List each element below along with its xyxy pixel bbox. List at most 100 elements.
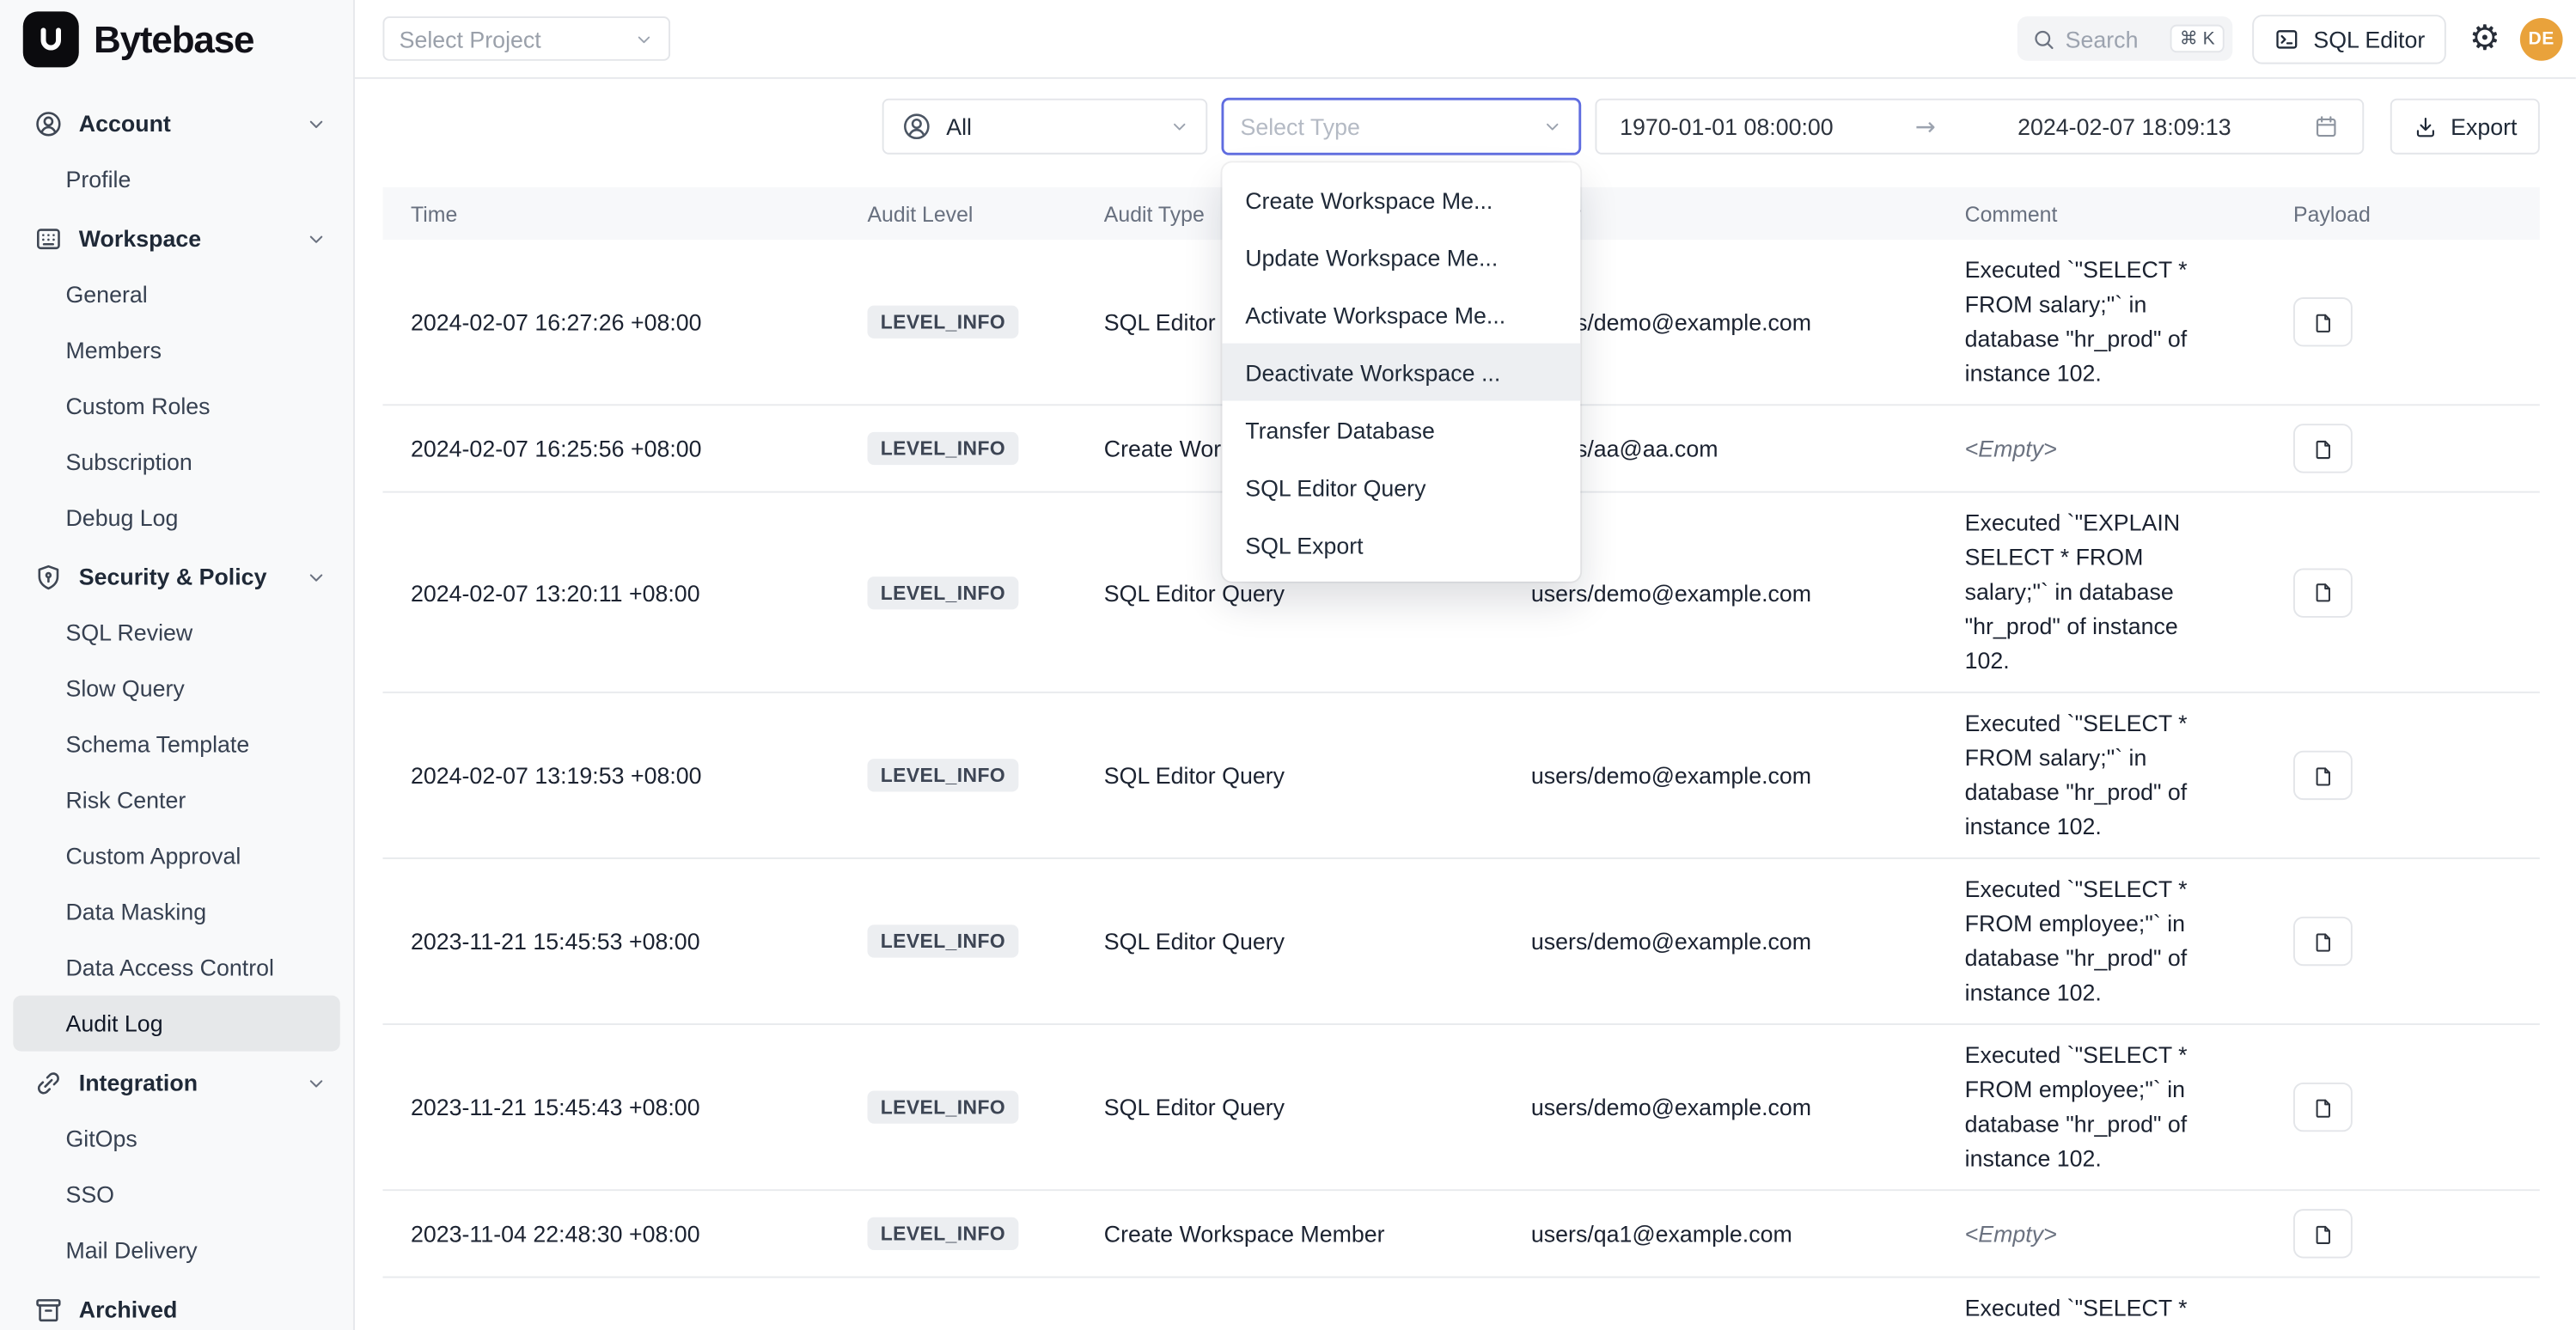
- sidebar-item-gitops[interactable]: GitOps: [13, 1110, 339, 1166]
- sidebar-section-label: Archived: [79, 1296, 327, 1322]
- user-circle-icon: [900, 110, 933, 143]
- audit-type: SQL Editor Query: [1104, 928, 1531, 955]
- actor-filter-value: All: [946, 113, 1157, 140]
- search-icon: [2032, 27, 2055, 51]
- table-row: 2023-11-04 21:26:24 +08:00 LEVEL_INFO SQ…: [382, 1278, 2539, 1330]
- actor-filter-select[interactable]: All: [882, 99, 1208, 155]
- sidebar-item-custom-roles[interactable]: Custom Roles: [13, 378, 339, 434]
- column-header-actor: Actor: [1531, 201, 1965, 226]
- audit-time: 2023-11-21 15:45:43 +08:00: [382, 1094, 867, 1120]
- sidebar-item-schema-template[interactable]: Schema Template: [13, 717, 339, 772]
- dropdown-option-transfer-database[interactable]: Transfer Database: [1222, 401, 1580, 459]
- sidebar-section-security-policy[interactable]: Security & Policy: [13, 549, 339, 605]
- audit-time: 2024-02-07 13:19:53 +08:00: [382, 762, 867, 789]
- dropdown-option-activate-workspace-member[interactable]: Activate Workspace Me...: [1222, 286, 1580, 344]
- sidebar-section-archived[interactable]: Archived: [13, 1281, 339, 1330]
- audit-level-badge: LEVEL_INFO: [867, 1217, 1018, 1250]
- topbar: Select Project Search ⌘ K SQL Editor ⚙: [355, 0, 2576, 79]
- audit-comment: Executed `"SELECT * FROM salary;"` in da…: [1965, 693, 2293, 857]
- sidebar-item-sql-review[interactable]: SQL Review: [13, 605, 339, 661]
- audit-level-badge: LEVEL_INFO: [867, 306, 1018, 339]
- dropdown-option-sql-export[interactable]: SQL Export: [1222, 516, 1580, 573]
- date-from-value: 1970-01-01 08:00:00: [1620, 113, 1834, 140]
- export-label: Export: [2451, 113, 2517, 140]
- table-row: 2023-11-04 22:48:30 +08:00 LEVEL_INFO Cr…: [382, 1191, 2539, 1278]
- chevron-down-icon: [306, 113, 327, 134]
- chevron-down-icon: [1542, 117, 1562, 137]
- column-header-time: Time: [382, 201, 867, 226]
- arrow-right-icon: →: [1915, 112, 1936, 141]
- audit-type: SQL Editor Query: [1104, 1094, 1531, 1120]
- dropdown-option-create-workspace-member[interactable]: Create Workspace Me...: [1222, 171, 1580, 229]
- calendar-icon: [2313, 113, 2340, 140]
- sidebar-section-label: Security & Policy: [79, 564, 306, 590]
- sidebar-item-custom-approval[interactable]: Custom Approval: [13, 828, 339, 884]
- user-avatar[interactable]: DE: [2520, 17, 2563, 60]
- dropdown-option-update-workspace-member[interactable]: Update Workspace Me...: [1222, 229, 1580, 286]
- audit-time: 2024-02-07 16:27:26 +08:00: [382, 308, 867, 335]
- payload-button[interactable]: [2293, 297, 2353, 346]
- workspace-grid-icon: [33, 223, 64, 253]
- payload-button[interactable]: [2293, 751, 2353, 800]
- audit-comment: Executed `"SELECT * FROM department;"` i…: [1965, 1278, 2293, 1330]
- audit-actor: users/demo@example.com: [1531, 579, 1965, 606]
- keyboard-shortcut-badge: ⌘ K: [2170, 25, 2225, 53]
- sidebar-section-workspace[interactable]: Workspace: [13, 210, 339, 266]
- audit-time: 2024-02-07 16:25:56 +08:00: [382, 436, 867, 462]
- search-input[interactable]: Search ⌘ K: [2017, 16, 2232, 61]
- type-dropdown-menu: Create Workspace Me... Update Workspace …: [1222, 162, 1580, 582]
- sidebar-item-slow-query[interactable]: Slow Query: [13, 661, 339, 717]
- shield-icon: [33, 561, 64, 592]
- sidebar-section-integration[interactable]: Integration: [13, 1054, 339, 1110]
- payload-button[interactable]: [2293, 1083, 2353, 1132]
- sidebar-item-mail-delivery[interactable]: Mail Delivery: [13, 1222, 339, 1278]
- app-window: Bytebase Account Profile Workspace: [0, 0, 2576, 1330]
- logo[interactable]: Bytebase: [0, 0, 353, 79]
- project-select[interactable]: Select Project: [382, 16, 670, 61]
- sidebar-section-label: Account: [79, 110, 306, 137]
- settings-gear-icon[interactable]: ⚙: [2469, 21, 2500, 56]
- type-filter-placeholder: Select Type: [1240, 113, 1359, 140]
- table-row: 2024-02-07 13:19:53 +08:00 LEVEL_INFO SQ…: [382, 693, 2539, 859]
- sidebar-item-risk-center[interactable]: Risk Center: [13, 772, 339, 828]
- audit-log-content: All Select Type 1970-01-01 08:00:00 → 20…: [355, 79, 2576, 1330]
- dropdown-option-sql-editor-query[interactable]: SQL Editor Query: [1222, 458, 1580, 516]
- audit-level-badge: LEVEL_INFO: [867, 1091, 1018, 1124]
- sidebar-item-data-masking[interactable]: Data Masking: [13, 884, 339, 940]
- sidebar-item-audit-log[interactable]: Audit Log: [13, 996, 339, 1052]
- payload-button[interactable]: [2293, 917, 2353, 966]
- sidebar-section-label: Integration: [79, 1070, 306, 1096]
- search-placeholder: Search: [2066, 26, 2160, 52]
- payload-button[interactable]: [2293, 568, 2353, 617]
- type-filter-select[interactable]: Select Type: [1222, 99, 1580, 155]
- audit-comment: <Empty>: [1965, 1203, 2293, 1264]
- audit-actor: users/demo@example.com: [1531, 308, 1965, 335]
- audit-level-badge: LEVEL_INFO: [867, 576, 1018, 608]
- sidebar-item-sso[interactable]: SSO: [13, 1166, 339, 1222]
- brand-name: Bytebase: [94, 17, 253, 62]
- audit-actor: users/demo@example.com: [1531, 928, 1965, 955]
- sidebar-item-subscription[interactable]: Subscription: [13, 434, 339, 490]
- sidebar-section-account[interactable]: Account: [13, 95, 339, 151]
- audit-type: SQL Editor Query: [1104, 579, 1531, 606]
- filter-row: All Select Type 1970-01-01 08:00:00 → 20…: [382, 99, 2539, 155]
- audit-comment: Executed `"SELECT * FROM employee;"` in …: [1965, 859, 2293, 1023]
- dropdown-option-deactivate-workspace-member[interactable]: Deactivate Workspace ...: [1222, 344, 1580, 401]
- download-icon: [2413, 114, 2438, 139]
- payload-button[interactable]: [2293, 424, 2353, 473]
- audit-comment: Executed `"EXPLAIN SELECT * FROM salary;…: [1965, 493, 2293, 692]
- audit-level-badge: LEVEL_INFO: [867, 759, 1018, 791]
- payload-button[interactable]: [2293, 1209, 2353, 1258]
- sql-editor-button[interactable]: SQL Editor: [2253, 14, 2447, 63]
- audit-actor: users/aa@aa.com: [1531, 436, 1965, 462]
- export-button[interactable]: Export: [2390, 99, 2540, 155]
- chevron-down-icon: [306, 566, 327, 588]
- date-range-picker[interactable]: 1970-01-01 08:00:00 → 2024-02-07 18:09:1…: [1595, 99, 2364, 155]
- sidebar-item-general[interactable]: General: [13, 266, 339, 322]
- sidebar-item-debug-log[interactable]: Debug Log: [13, 490, 339, 546]
- sidebar-item-members[interactable]: Members: [13, 322, 339, 378]
- chevron-down-icon: [1169, 117, 1189, 137]
- sidebar-item-profile[interactable]: Profile: [13, 151, 339, 207]
- sidebar-item-data-access-control[interactable]: Data Access Control: [13, 940, 339, 996]
- table-row: 2023-11-21 15:45:53 +08:00 LEVEL_INFO SQ…: [382, 859, 2539, 1025]
